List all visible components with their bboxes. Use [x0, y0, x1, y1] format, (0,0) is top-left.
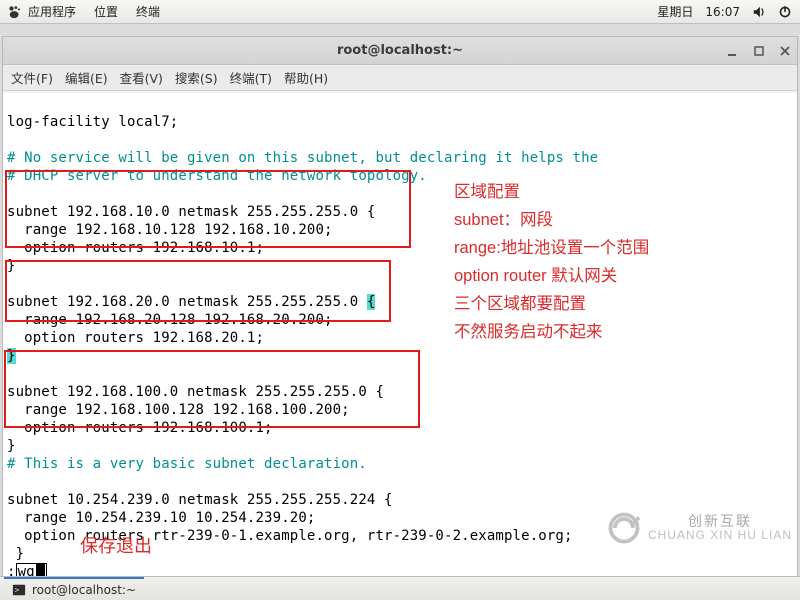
- watermark: 创新互联 CHUANG XIN HU LIAN: [606, 510, 792, 546]
- annotation-line: range:地址池设置一个范围: [454, 234, 649, 262]
- annotation-line: 三个区域都要配置: [454, 290, 649, 318]
- annotation-block: 区域配置 subnet：网段 range:地址池设置一个范围 option ro…: [454, 178, 649, 346]
- term-line-comment: # This is a very basic subnet declaratio…: [7, 456, 367, 472]
- terminal-menubar: 文件(F) 编辑(E) 查看(V) 搜索(S) 终端(T) 帮助(H): [3, 65, 797, 91]
- term-line: range 10.254.239.10 10.254.239.20;: [7, 510, 315, 526]
- menu-applications[interactable]: 应用程序: [28, 3, 76, 20]
- menu-terminal[interactable]: 终端: [136, 3, 160, 20]
- term-line: range 192.168.10.128 192.168.10.200;: [7, 222, 333, 238]
- term-line: option routers 192.168.10.1;: [7, 240, 264, 256]
- system-tray: 星期日 16:07: [657, 3, 792, 20]
- term-line: subnet 192.168.10.0 netmask 255.255.255.…: [7, 204, 375, 220]
- gnome-foot-icon: [8, 5, 22, 19]
- menu-view[interactable]: 查看(V): [120, 68, 163, 87]
- minimize-button[interactable]: [727, 45, 739, 57]
- menu-help[interactable]: 帮助(H): [284, 68, 328, 87]
- term-line: range 192.168.20.128 192.168.20.200;: [7, 312, 333, 328]
- window-titlebar[interactable]: root@localhost:~: [3, 37, 797, 65]
- clock-time: 16:07: [705, 5, 740, 19]
- annotation-line: 不然服务启动不起来: [454, 318, 649, 346]
- maximize-button[interactable]: [753, 45, 765, 57]
- term-line-comment: # DHCP server to understand the network …: [7, 168, 427, 184]
- watermark-text-cn: 创新互联: [648, 514, 792, 528]
- term-line: subnet 10.254.239.0 netmask 255.255.255.…: [7, 492, 393, 508]
- menu-places[interactable]: 位置: [94, 3, 118, 20]
- bottom-taskbar: > root@localhost:~: [0, 576, 800, 600]
- term-line-comment: # No service will be given on this subne…: [7, 150, 598, 166]
- annotation-line: subnet：网段: [454, 206, 649, 234]
- terminal-content[interactable]: log-facility local7; # No service will b…: [3, 93, 797, 577]
- term-line: }: [7, 258, 16, 274]
- menu-file[interactable]: 文件(F): [11, 68, 53, 87]
- terminal-window: root@localhost:~ 文件(F) 编辑(E) 查看(V) 搜索(S)…: [2, 36, 798, 578]
- term-line: range 192.168.100.128 192.168.100.200;: [7, 402, 350, 418]
- svg-text:>: >: [15, 585, 20, 594]
- term-line: option routers 192.168.100.1;: [7, 420, 273, 436]
- term-line: }: [7, 546, 24, 562]
- close-button[interactable]: [779, 45, 791, 57]
- term-line: }: [7, 348, 16, 364]
- annotation-line: 区域配置: [454, 178, 649, 206]
- volume-icon[interactable]: [752, 5, 766, 19]
- annotation-line: option router 默认网关: [454, 262, 649, 290]
- annotation-wq: 保存退出: [80, 532, 152, 558]
- term-line: subnet 192.168.20.0 netmask 255.255.255.…: [7, 294, 375, 310]
- watermark-logo-icon: [606, 510, 642, 546]
- term-line: }: [7, 438, 16, 454]
- term-line: subnet 192.168.100.0 netmask 255.255.255…: [7, 384, 384, 400]
- taskbar-item-label: root@localhost:~: [32, 583, 136, 597]
- power-icon[interactable]: [778, 5, 792, 19]
- os-top-bar: 应用程序 位置 终端 星期日 16:07: [0, 0, 800, 24]
- menu-search[interactable]: 搜索(S): [175, 68, 218, 87]
- window-title: root@localhost:~: [337, 43, 463, 58]
- watermark-text-en: CHUANG XIN HU LIAN: [648, 528, 792, 542]
- term-line: option routers 192.168.20.1;: [7, 330, 264, 346]
- terminal-icon: >: [12, 583, 26, 597]
- clock-day: 星期日: [657, 3, 693, 20]
- menu-edit[interactable]: 编辑(E): [65, 68, 108, 87]
- term-line: log-facility local7;: [7, 114, 178, 130]
- taskbar-item-terminal[interactable]: > root@localhost:~: [4, 577, 144, 600]
- menu-terminal[interactable]: 终端(T): [230, 68, 272, 87]
